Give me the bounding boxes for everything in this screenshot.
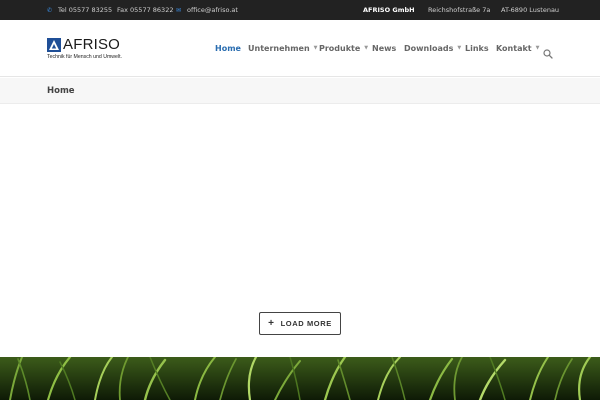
nav-item-label: Unternehmen — [248, 44, 310, 53]
load-more-label: LOAD MORE — [280, 319, 332, 328]
footer-grass-image — [0, 357, 600, 400]
nav-item-label: Produkte — [319, 44, 361, 53]
logo-tagline: Technik für Mensch und Umwelt. — [47, 54, 122, 60]
chevron-down-icon: ▼ — [535, 45, 540, 51]
site-header: AFRISO Technik für Mensch und Umwelt. Ho… — [0, 20, 600, 77]
company-name: AFRISO GmbH — [363, 6, 415, 14]
nav-item-label: Home — [215, 44, 241, 53]
city-address: AT-6890 Lustenau — [501, 6, 560, 14]
email-contact[interactable]: ✉ office@afriso.at — [176, 0, 238, 20]
load-more-button[interactable]: + LOAD MORE — [259, 312, 341, 335]
page-title: Home — [47, 86, 75, 96]
nav-item-label: News — [372, 44, 397, 53]
phone-icon: ✆ — [47, 7, 53, 14]
chevron-down-icon: ▼ — [313, 45, 318, 51]
chevron-down-icon: ▼ — [457, 45, 462, 51]
nav-item-home[interactable]: Home — [215, 20, 241, 77]
phone-number: Tel 05577 83255 — [58, 6, 113, 14]
nav-item-label: Downloads — [404, 44, 454, 53]
top-info-bar: ✆ Tel 05577 83255 Fax 05577 86322 ✉ office… — [0, 0, 600, 20]
nav-item-downloads[interactable]: Downloads ▼ — [404, 20, 461, 77]
nav-item-kontakt[interactable]: Kontakt ▼ — [496, 20, 539, 77]
nav-item-links[interactable]: Links — [465, 20, 489, 77]
nav-item-label: Links — [465, 44, 489, 53]
page-title-bar: Home — [0, 78, 600, 104]
fax-number: Fax 05577 86322 — [117, 6, 174, 14]
street-address: Reichshofstraße 7a — [428, 6, 491, 14]
logo-mark-icon — [47, 38, 61, 52]
plus-icon: + — [268, 317, 275, 329]
logo-name: AFRISO — [63, 36, 121, 53]
envelope-icon: ✉ — [176, 7, 182, 14]
nav-item-label: Kontakt — [496, 44, 532, 53]
search-icon[interactable] — [543, 44, 553, 59]
nav-item-produkte[interactable]: Produkte ▼ — [319, 20, 368, 77]
chevron-down-icon: ▼ — [364, 45, 369, 51]
nav-item-unternehmen[interactable]: Unternehmen ▼ — [248, 20, 318, 77]
phone-contact[interactable]: ✆ Tel 05577 83255 — [47, 0, 112, 20]
site-logo[interactable]: AFRISO Technik für Mensch und Umwelt. — [47, 36, 137, 62]
nav-item-news[interactable]: News — [372, 20, 396, 77]
email-address[interactable]: office@afriso.at — [187, 6, 238, 14]
